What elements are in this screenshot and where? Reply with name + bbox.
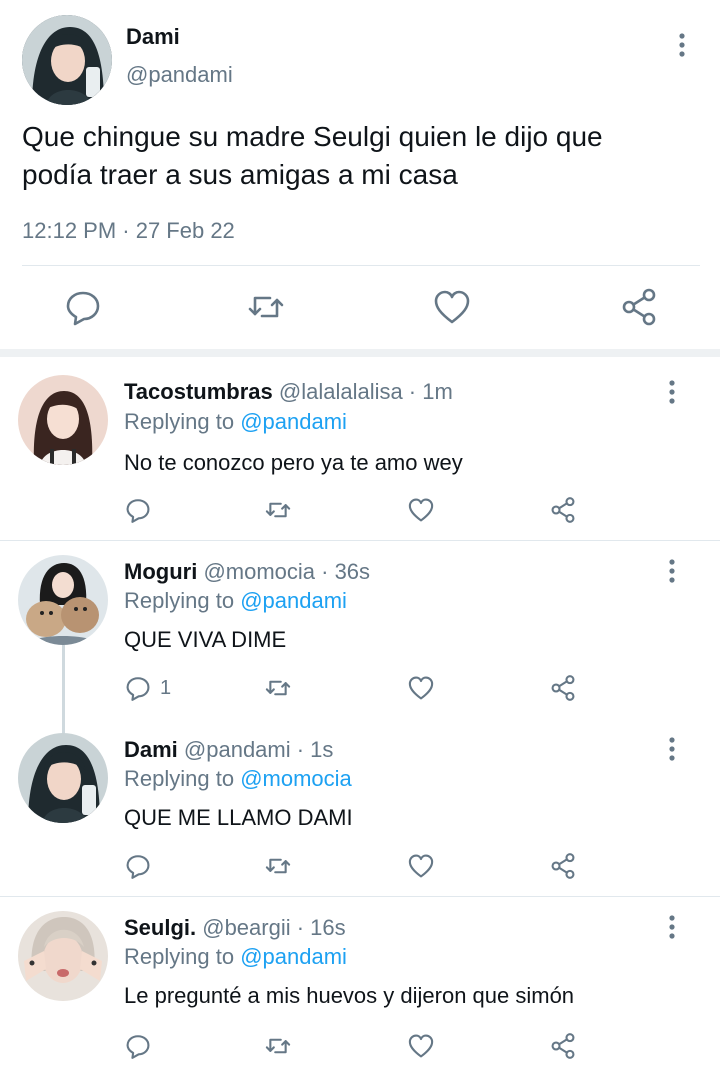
reply-actions (0, 848, 720, 884)
retweet-icon[interactable] (262, 492, 294, 528)
more-options-icon[interactable] (660, 734, 684, 764)
reply-icon[interactable] (122, 492, 160, 528)
tweet-text-line: Que chingue su madre Seulgi quien le dij… (22, 121, 603, 152)
replying-label: Replying to (124, 588, 241, 613)
author-handle-time[interactable]: @beargii · 16s (196, 915, 345, 940)
like-icon[interactable] (405, 1028, 437, 1064)
like-icon[interactable] (432, 284, 472, 330)
reply-header: Seulgi. @beargii · 16s (124, 915, 346, 941)
main-tweet: Dami @pandami Que chingue su madre Seulg… (0, 0, 720, 352)
reply-actions (0, 1028, 720, 1064)
like-icon[interactable] (405, 492, 437, 528)
author-name[interactable]: Moguri (124, 559, 197, 584)
author-handle-time[interactable]: @pandami · 1s (178, 737, 334, 762)
author-name[interactable]: Seulgi. (124, 915, 196, 940)
reply-icon[interactable] (122, 1028, 160, 1064)
author-name[interactable]: Dami (124, 737, 178, 762)
reply-icon[interactable]: 1 (122, 670, 171, 706)
reply-text: QUE VIVA DIME (124, 627, 287, 652)
share-icon[interactable] (547, 492, 579, 528)
reply-header: Moguri @momocia · 36s (124, 559, 370, 585)
reply-header: Dami @pandami · 1s (124, 737, 333, 763)
more-options-icon[interactable] (660, 556, 684, 586)
reply-actions (0, 492, 720, 528)
retweet-icon[interactable] (246, 284, 286, 330)
reply-text: Le pregunté a mis huevos y dijeron que s… (124, 983, 575, 1008)
reply-text: QUE ME LLAMO DAMI (124, 805, 353, 830)
retweet-icon[interactable] (262, 848, 294, 884)
avatar[interactable] (18, 555, 108, 645)
section-separator (0, 349, 720, 357)
avatar[interactable] (18, 375, 108, 465)
mention-link[interactable]: @pandami (240, 588, 347, 613)
replying-label: Replying to (124, 409, 241, 434)
mention-link[interactable]: @momocia (240, 766, 352, 791)
reply-tweet[interactable]: Moguri @momocia · 36s Replying to @panda… (0, 541, 720, 719)
share-icon[interactable] (547, 848, 579, 884)
retweet-icon[interactable] (262, 670, 294, 706)
tweet-actions (0, 284, 720, 330)
mention-link[interactable]: @pandami (240, 944, 347, 969)
reply-tweet[interactable]: Seulgi. @beargii · 16s Replying to @pand… (0, 897, 720, 1070)
tweet-text-line: podía traer a sus amigas a mi casa (22, 159, 458, 190)
author-handle-time[interactable]: @momocia · 36s (197, 559, 370, 584)
share-icon[interactable] (619, 284, 659, 330)
divider (22, 265, 700, 266)
reply-actions: 1 (0, 670, 720, 706)
reply-count: 1 (160, 676, 172, 699)
author-handle-time[interactable]: @lalalalalisa · 1m (273, 379, 453, 404)
tweet-text: Que chingue su madre Seulgi quien le dij… (22, 118, 702, 194)
share-icon[interactable] (547, 1028, 579, 1064)
reply-text: No te conozco pero ya te amo wey (124, 450, 463, 475)
more-options-icon[interactable] (670, 30, 694, 60)
reply-header: Tacostumbras @lalalalalisa · 1m (124, 379, 453, 405)
retweet-icon[interactable] (262, 1028, 294, 1064)
share-icon[interactable] (547, 670, 579, 706)
tweet-timestamp[interactable]: 12:12 PM · 27 Feb 22 (22, 218, 235, 244)
reply-icon[interactable] (122, 848, 160, 884)
replying-to: Replying to @pandami (124, 588, 347, 614)
like-icon[interactable] (405, 848, 437, 884)
more-options-icon[interactable] (660, 912, 684, 942)
replying-to: Replying to @momocia (124, 766, 352, 792)
mention-link[interactable]: @pandami (240, 409, 347, 434)
reply-tweet[interactable]: Tacostumbras @lalalalalisa · 1m Replying… (0, 357, 720, 540)
avatar[interactable] (18, 733, 108, 823)
replying-to: Replying to @pandami (124, 944, 347, 970)
replying-label: Replying to (124, 944, 241, 969)
reply-icon[interactable] (63, 284, 103, 330)
author-name[interactable]: Dami (126, 24, 180, 50)
like-icon[interactable] (405, 670, 437, 706)
reply-tweet[interactable]: Dami @pandami · 1s Replying to @momocia … (0, 719, 720, 896)
avatar[interactable] (22, 15, 112, 105)
more-options-icon[interactable] (660, 377, 684, 407)
avatar[interactable] (18, 911, 108, 1001)
author-handle[interactable]: @pandami (126, 62, 233, 88)
author-name[interactable]: Tacostumbras (124, 379, 273, 404)
replying-label: Replying to (124, 766, 241, 791)
replying-to: Replying to @pandami (124, 409, 347, 435)
